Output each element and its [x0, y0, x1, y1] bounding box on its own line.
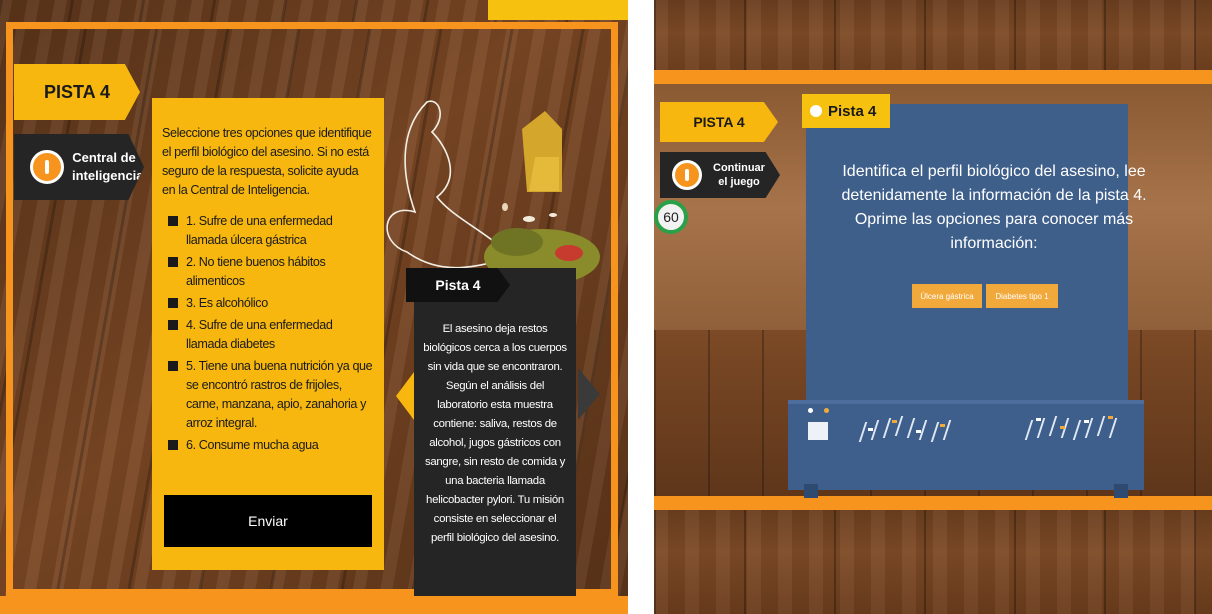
pista-tab: PISTA 4: [14, 64, 140, 120]
option-6[interactable]: 6. Consume mucha agua: [162, 436, 374, 455]
option-checkbox[interactable]: [168, 298, 178, 308]
option-5[interactable]: 5. Tiene una buena nutrición ya que se e…: [162, 357, 374, 433]
residue-fleck: [549, 213, 557, 217]
countdown-timer: 60: [654, 200, 688, 234]
orange-band-bottom: [654, 496, 1212, 510]
continuar-button-label: Continuar el juego: [713, 162, 765, 188]
light-icon: [824, 408, 829, 413]
orange-band-top: [654, 70, 1212, 84]
option-label: 5. Tiene una buena nutrición ya que se e…: [186, 359, 373, 430]
option-label: 3. Es alcohólico: [186, 296, 268, 310]
left-game-screen: PISTA 4 Central de inteligencia Seleccio…: [0, 0, 628, 614]
continuar-juego-button[interactable]: Continuar el juego: [660, 152, 780, 198]
wood-wall-bottom: [654, 510, 1212, 614]
machine-control-panel: [788, 400, 1144, 490]
lightbulb-icon: [672, 160, 702, 190]
option-label: 2. No tiene buenos hábitos alimenticos: [186, 255, 326, 288]
slider-bank-right[interactable]: [1024, 412, 1124, 452]
option-3[interactable]: 3. Es alcohólico: [162, 294, 374, 313]
option-checkbox[interactable]: [168, 320, 178, 330]
option-checkbox[interactable]: [168, 257, 178, 267]
option-label: 6. Consume mucha agua: [186, 438, 319, 452]
question-panel: Seleccione tres opciones que identifique…: [152, 98, 384, 570]
residue-fleck: [523, 216, 535, 222]
machine-leg: [1114, 484, 1128, 498]
indicator-dot: [810, 105, 822, 117]
central-inteligencia-button[interactable]: Central de inteligencia: [14, 134, 144, 200]
option-1[interactable]: 1. Sufre de una enfermedad llamada úlcer…: [162, 212, 374, 250]
instruction-text: Identifica el perfil biológico del asesi…: [841, 163, 1147, 252]
option-4[interactable]: 4. Sufre de una enfermedad llamada diabe…: [162, 316, 374, 354]
residue-blood: [555, 245, 583, 261]
next-arrow-icon[interactable]: [578, 368, 600, 420]
option-checkbox[interactable]: [168, 361, 178, 371]
option-checkbox[interactable]: [168, 216, 178, 226]
enviar-button[interactable]: Enviar: [164, 495, 372, 547]
residue-fleck: [502, 203, 508, 211]
bottom-bar: [0, 596, 628, 614]
option-label: 4. Sufre de una enfermedad llamada diabe…: [186, 318, 333, 351]
right-game-screen: PISTA 4 Continuar el juego 60 Pista 4 Id…: [654, 0, 1212, 614]
question-instructions: Seleccione tres opciones que identifique…: [162, 126, 372, 197]
clue-card: El asesino deja restos biológicos cerca …: [414, 268, 576, 598]
machine-leg: [804, 484, 818, 498]
lightbulb-icon: [30, 150, 64, 184]
diabetes-tipo-1-button[interactable]: Diabetes tipo 1: [986, 284, 1058, 308]
machine-pista-label: Pista 4: [802, 94, 890, 128]
residue-spot: [491, 228, 543, 256]
ulcera-gastrica-button[interactable]: Úlcera gástrica: [912, 284, 982, 308]
machine-pista-text: Pista 4: [828, 102, 877, 120]
prev-arrow-icon[interactable]: [396, 372, 414, 420]
slider-bank-left[interactable]: [858, 412, 958, 452]
top-tab-decoration: [488, 0, 628, 20]
option-label: 1. Sufre de una enfermedad llamada úlcer…: [186, 214, 333, 247]
central-button-label: Central de inteligencia: [72, 150, 144, 183]
option-2[interactable]: 2. No tiene buenos hábitos alimenticos: [162, 253, 374, 291]
screen-icon: [808, 422, 828, 440]
clue-text: El asesino deja restos biológicos cerca …: [423, 323, 567, 544]
option-checkbox[interactable]: [168, 440, 178, 450]
pista-tab: PISTA 4: [660, 102, 778, 142]
clue-card-title: Pista 4: [406, 268, 510, 302]
light-icon: [808, 408, 813, 413]
